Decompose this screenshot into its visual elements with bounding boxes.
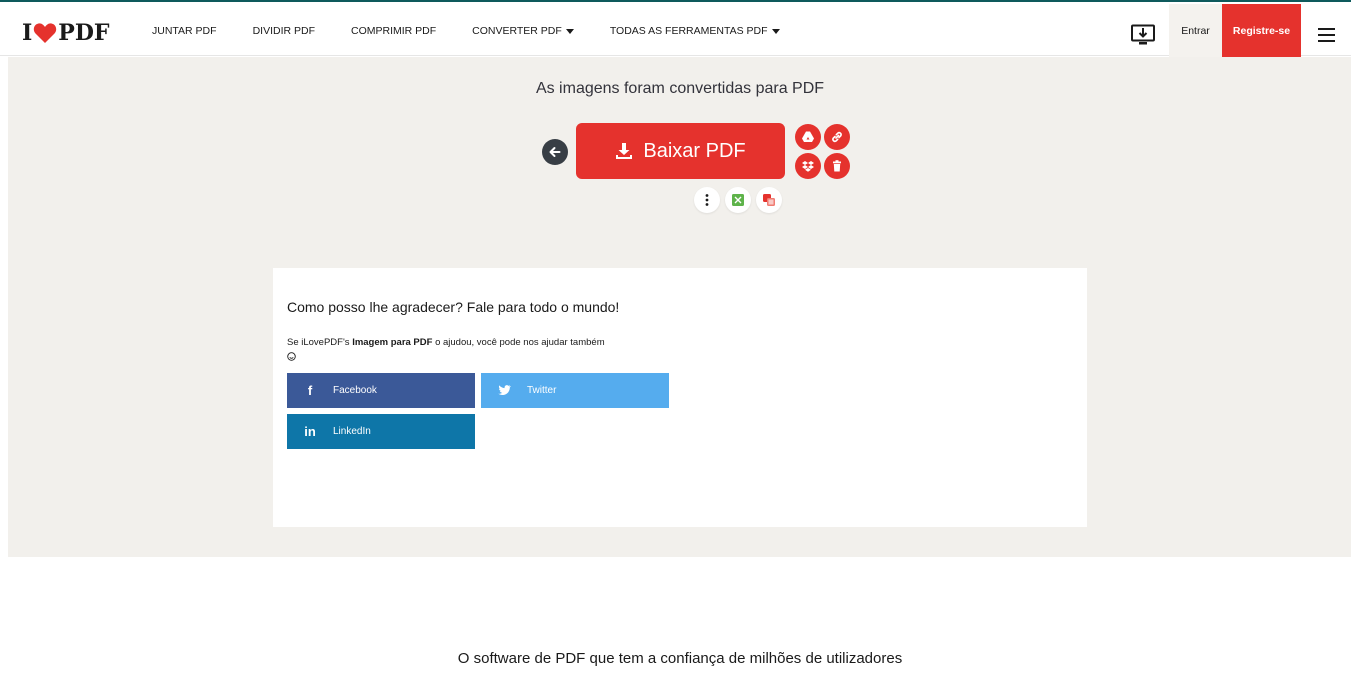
- delete-button[interactable]: [824, 153, 850, 179]
- nav-juntar-pdf[interactable]: JUNTAR PDF: [152, 25, 217, 37]
- share-text-prefix: Se iLovePDF's: [287, 337, 353, 348]
- nav-label: COMPRIMIR PDF: [350, 25, 437, 37]
- login-button[interactable]: Entrar: [1169, 4, 1222, 58]
- google-drive-icon: [802, 131, 814, 142]
- share-text-suffix: o ajudou, você pode nos ajudar também: [432, 337, 605, 348]
- twitter-icon: [481, 385, 527, 396]
- desktop-download-icon[interactable]: [1130, 24, 1156, 46]
- nav-converter-pdf[interactable]: CONVERTER PDF: [472, 25, 574, 37]
- share-title: Como posso lhe agradecer? Fale para todo…: [287, 299, 620, 315]
- main-nav: JUNTAR PDF DIVIDIR PDF COMPRIMIR PDF CON…: [152, 4, 816, 58]
- facebook-icon: f: [307, 383, 313, 398]
- nav-dividir-pdf[interactable]: DIVIDIR PDF: [253, 25, 315, 37]
- nav-label: DIVIDIR PDF: [252, 25, 315, 37]
- logo-prefix: I: [22, 20, 33, 46]
- download-label: Baixar PDF: [643, 139, 746, 162]
- linkedin-share-button[interactable]: in LinkedIn: [287, 414, 475, 449]
- link-icon: [832, 131, 842, 143]
- twitter-share-button[interactable]: Twitter: [481, 373, 669, 408]
- nav-label: JUNTAR PDF: [152, 25, 217, 37]
- back-button[interactable]: [542, 139, 568, 165]
- nav-label: CONVERTER PDF: [472, 25, 562, 37]
- linkedin-icon: in: [304, 424, 316, 439]
- copy-link-button[interactable]: [824, 124, 850, 150]
- twitter-label: Twitter: [527, 385, 557, 396]
- arrow-left-icon: [549, 147, 561, 157]
- smile-icon: [287, 352, 296, 361]
- share-text: Se iLovePDF's Imagem para PDF o ajudou, …: [287, 336, 677, 361]
- nav-todas-ferramentas[interactable]: TODAS AS FERRAMENTAS PDF: [610, 25, 780, 37]
- share-tool-name: Imagem para PDF: [352, 337, 433, 348]
- heart-icon: [34, 23, 57, 43]
- more-options-button[interactable]: [694, 187, 720, 213]
- more-vertical-icon: [705, 194, 709, 206]
- menu-icon[interactable]: [1318, 28, 1335, 42]
- footer-heading: O software de PDF que tem a confiança de…: [457, 650, 903, 667]
- result-title: As imagens foram convertidas para PDF: [535, 80, 825, 97]
- download-icon: [616, 143, 633, 159]
- convert-icon: [763, 194, 775, 206]
- dropbox-button[interactable]: [795, 153, 821, 179]
- caret-down-icon: [565, 28, 574, 34]
- nav-comprimir-pdf[interactable]: COMPRIMIR PDF: [351, 25, 436, 37]
- nav-label: TODAS AS FERRAMENTAS PDF: [609, 25, 768, 37]
- dropbox-icon: [802, 161, 814, 172]
- site-header: I PDF JUNTAR PDF DIVIDIR PDF COMPRIMIR P…: [0, 2, 1351, 58]
- trash-icon: [833, 160, 841, 172]
- ilovepdf-logo[interactable]: I PDF: [22, 21, 110, 45]
- share-card: Como posso lhe agradecer? Fale para todo…: [273, 268, 1087, 527]
- logo-suffix: PDF: [58, 20, 110, 46]
- download-pdf-button[interactable]: Baixar PDF: [576, 123, 785, 179]
- convert-image-button[interactable]: [756, 187, 782, 213]
- facebook-share-button[interactable]: f Facebook: [287, 373, 475, 408]
- linkedin-label: LinkedIn: [333, 426, 371, 437]
- caret-down-icon: [771, 28, 780, 34]
- excel-icon: [732, 194, 744, 206]
- register-button[interactable]: Registre-se: [1222, 4, 1301, 58]
- pdf-to-excel-button[interactable]: [725, 187, 751, 213]
- facebook-label: Facebook: [333, 385, 377, 396]
- google-drive-button[interactable]: [795, 124, 821, 150]
